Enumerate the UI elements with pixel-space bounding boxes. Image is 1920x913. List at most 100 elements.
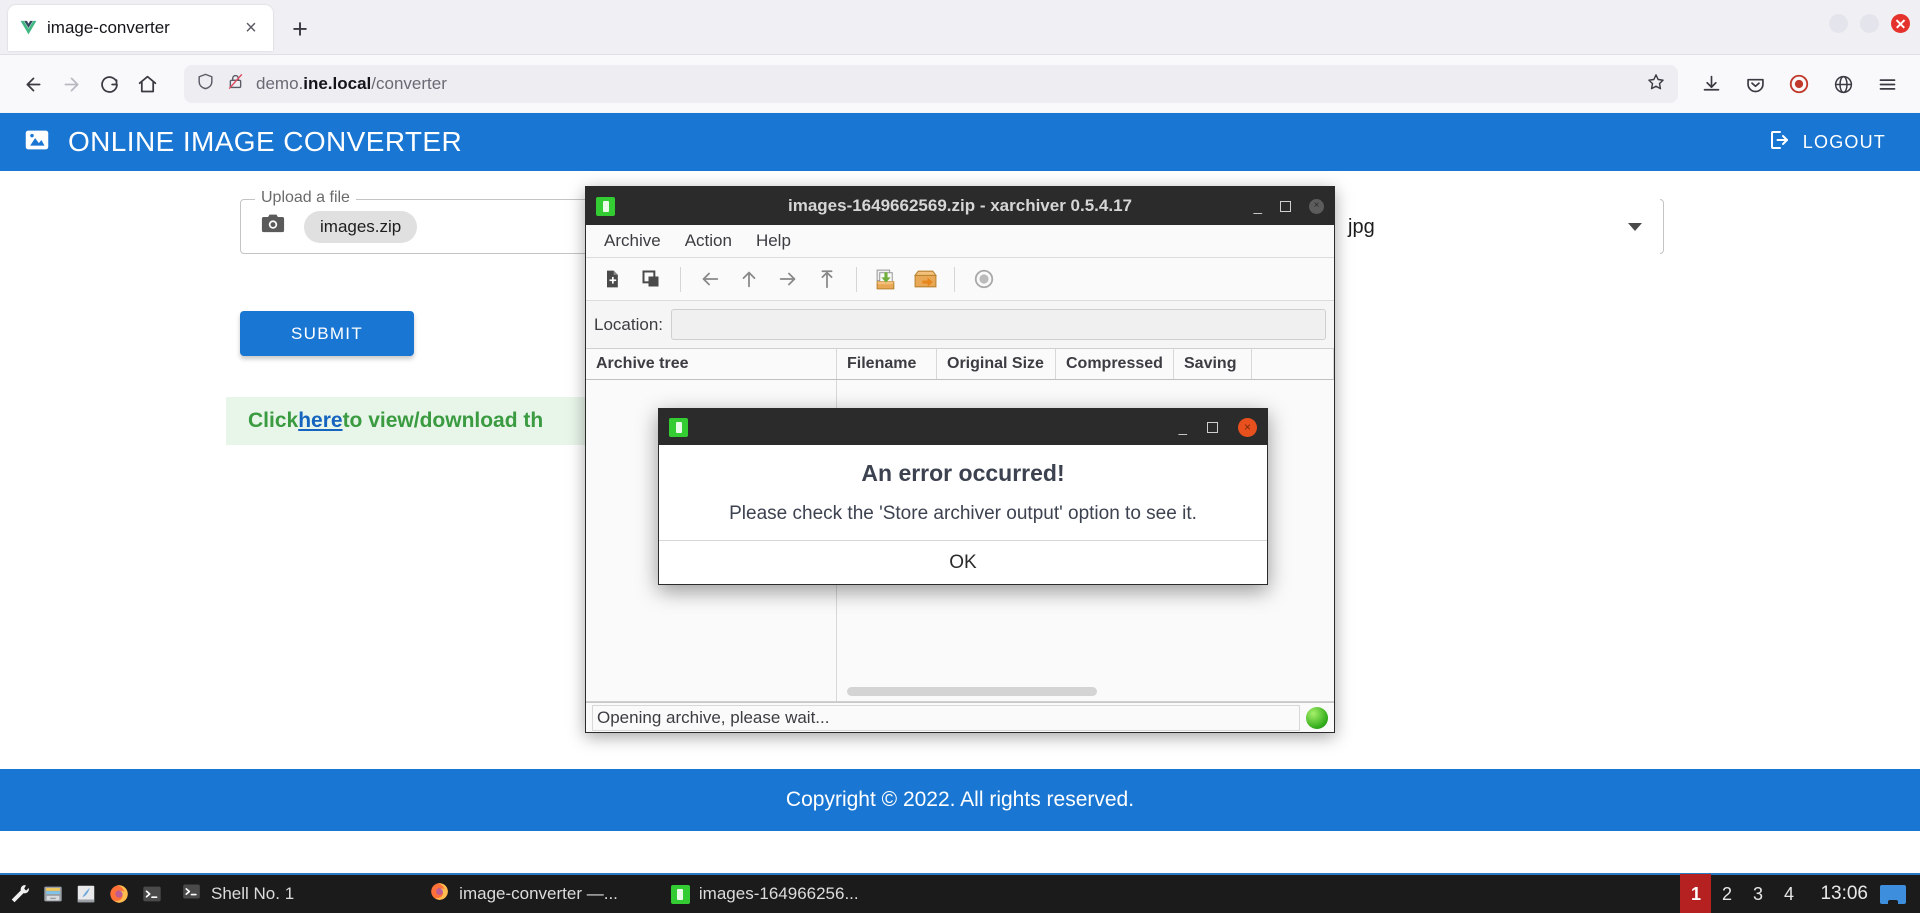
location-row: Location: (586, 301, 1334, 348)
logout-button[interactable]: LOGOUT (1755, 120, 1898, 165)
image-icon (22, 125, 52, 160)
location-label: Location: (594, 314, 663, 334)
maximize-button[interactable] (1280, 200, 1291, 212)
forward-arrow-icon[interactable] (52, 65, 90, 103)
hamburger-menu-icon[interactable] (1868, 65, 1906, 103)
xarchiver-titlebar[interactable]: images-1649662569.zip - xarchiver 0.5.4.… (586, 187, 1334, 225)
workspace-4[interactable]: 4 (1773, 874, 1804, 913)
archive-icon (596, 196, 615, 216)
close-window-button[interactable] (1891, 14, 1910, 33)
workspace-1[interactable]: 1 (1680, 874, 1712, 913)
error-dialog-window-controls: _ × (1179, 417, 1257, 437)
menu-help[interactable]: Help (746, 227, 801, 255)
xarchiver-toolbar (586, 258, 1334, 301)
menu-archive[interactable]: Archive (594, 227, 671, 255)
column-original-size[interactable]: Original Size (937, 349, 1056, 379)
maximize-button[interactable] (1207, 421, 1218, 433)
logout-label: LOGOUT (1802, 131, 1886, 152)
xarchiver-menubar: Archive Action Help (586, 225, 1334, 258)
close-icon[interactable]: × (239, 16, 263, 40)
close-icon[interactable]: × (1238, 417, 1257, 437)
minimize-button[interactable] (1829, 14, 1848, 33)
browser-tab[interactable]: image-converter × (8, 5, 273, 51)
file-manager-icon[interactable] (39, 880, 67, 908)
system-tray: 1 2 3 4 13:06 (1680, 874, 1914, 913)
taskbar: Shell No. 1 image-converter —... images-… (0, 873, 1920, 913)
new-archive-icon[interactable] (595, 262, 629, 296)
horizontal-scrollbar[interactable] (847, 687, 1097, 696)
column-filename[interactable]: Filename (837, 349, 937, 379)
add-files-icon[interactable] (869, 262, 903, 296)
column-saving[interactable]: Saving (1174, 349, 1252, 379)
tab-strip: image-converter × + (0, 0, 1920, 55)
maximize-button[interactable] (1860, 14, 1879, 33)
page-title: ONLINE IMAGE CONVERTER (68, 126, 463, 157)
address-bar[interactable]: demo.ine.local/converter (184, 65, 1678, 103)
bookmark-star-icon[interactable] (1646, 72, 1666, 97)
alert-suffix: to view/download th (342, 409, 544, 432)
task-button-xarchiver[interactable]: images-164966256... (661, 881, 869, 907)
format-select[interactable]: jpg (1330, 199, 1660, 255)
screen: image-converter × + demo.ine.local/conve… (0, 0, 1920, 913)
tab-title: image-converter (47, 18, 170, 37)
home-icon[interactable] (810, 262, 844, 296)
back-icon[interactable] (693, 262, 727, 296)
task-button-firefox[interactable]: image-converter —... (419, 878, 628, 910)
wrench-icon[interactable] (6, 880, 34, 908)
logout-icon (1767, 128, 1791, 157)
error-dialog-titlebar[interactable]: _ × (659, 409, 1267, 445)
stop-icon[interactable] (967, 262, 1001, 296)
up-icon[interactable] (732, 262, 766, 296)
desktop-icon[interactable] (1880, 884, 1906, 904)
minimize-button[interactable]: _ (1179, 420, 1187, 435)
column-archive-tree[interactable]: Archive tree (586, 349, 837, 379)
submit-button[interactable]: SUBMIT (240, 311, 414, 356)
column-overflow[interactable] (1252, 349, 1334, 379)
home-icon[interactable] (128, 65, 166, 103)
extract-files-icon[interactable] (908, 262, 942, 296)
task-button-shell[interactable]: Shell No. 1 (171, 878, 304, 910)
app-header: ONLINE IMAGE CONVERTER LOGOUT (0, 113, 1920, 171)
new-tab-button[interactable]: + (285, 14, 315, 44)
extensions-icon[interactable] (1824, 65, 1862, 103)
column-compressed[interactable]: Compressed (1056, 349, 1174, 379)
error-dialog[interactable]: _ × An error occurred! Please check the … (658, 408, 1268, 585)
upload-legend: Upload a file (255, 189, 356, 207)
download-link[interactable]: here (298, 409, 342, 433)
archive-table-headers: Archive tree Filename Original Size Comp… (586, 348, 1334, 380)
open-archive-icon[interactable] (634, 262, 668, 296)
xarchiver-window-controls: _ × (1254, 198, 1324, 214)
menu-action[interactable]: Action (675, 227, 742, 255)
toolbar-separator (954, 266, 955, 292)
ok-button[interactable]: OK (949, 552, 976, 574)
error-message: Please check the 'Store archiver output'… (729, 503, 1197, 524)
terminal-icon (181, 881, 202, 907)
app-brand: ONLINE IMAGE CONVERTER (22, 125, 462, 160)
page-footer: Copyright © 2022. All rights reserved. (0, 769, 1920, 831)
workspace-3[interactable]: 3 (1742, 874, 1773, 913)
clock[interactable]: 13:06 (1804, 883, 1880, 905)
save-to-pocket-icon[interactable] (1736, 65, 1774, 103)
firefox-icon[interactable] (105, 880, 133, 908)
error-dialog-body: An error occurred! Please check the 'Sto… (659, 445, 1267, 540)
download-icon[interactable] (1692, 65, 1730, 103)
lock-crossed-icon[interactable] (226, 72, 245, 96)
vue-logo-icon (18, 18, 38, 38)
terminal-icon[interactable] (138, 880, 166, 908)
account-shield-icon[interactable] (1780, 65, 1818, 103)
file-chip[interactable]: images.zip (304, 210, 418, 243)
minimize-button[interactable]: _ (1254, 199, 1262, 214)
text-editor-icon[interactable] (72, 880, 100, 908)
location-input[interactable] (671, 309, 1326, 340)
selected-file-row: images.zip (259, 210, 418, 243)
task-label: images-164966256... (698, 884, 859, 903)
reload-icon[interactable] (90, 65, 128, 103)
forward-icon[interactable] (771, 262, 805, 296)
camera-icon[interactable] (259, 210, 287, 243)
shield-icon[interactable] (196, 72, 215, 96)
url-text: demo.ine.local/converter (256, 74, 447, 93)
workspace-2[interactable]: 2 (1711, 874, 1742, 913)
back-arrow-icon[interactable] (14, 65, 52, 103)
close-icon[interactable]: × (1309, 198, 1324, 214)
navigation-toolbar: demo.ine.local/converter (0, 55, 1920, 113)
